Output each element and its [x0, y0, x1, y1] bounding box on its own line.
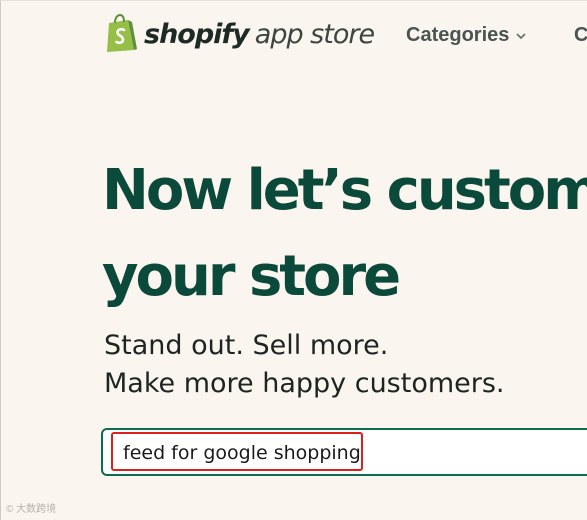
hero-subtitle-line-1: Stand out. Sell more.: [104, 330, 389, 361]
nav-categories[interactable]: Categories: [406, 24, 527, 47]
shopify-bag-icon: [107, 14, 137, 52]
logo-subtitle: app store: [254, 18, 375, 50]
search-input[interactable]: [123, 440, 503, 466]
chevron-down-icon: [516, 32, 527, 39]
logo-wordmark: shopify: [144, 18, 250, 50]
hero-title-line-1: Now let’s customiz: [102, 158, 587, 223]
hero-title-line-2: your store: [102, 244, 401, 309]
nav-categories-label: Categories: [406, 24, 510, 46]
shopify-app-store-logo[interactable]: shopify app store: [104, 12, 375, 56]
search-box[interactable]: [101, 428, 587, 476]
header: shopify app store Categories C: [0, 0, 587, 76]
watermark: © 大数跨境: [6, 504, 57, 515]
hero-subtitle-line-2: Make more happy customers.: [104, 368, 505, 399]
nav-item-next[interactable]: C: [574, 24, 587, 47]
